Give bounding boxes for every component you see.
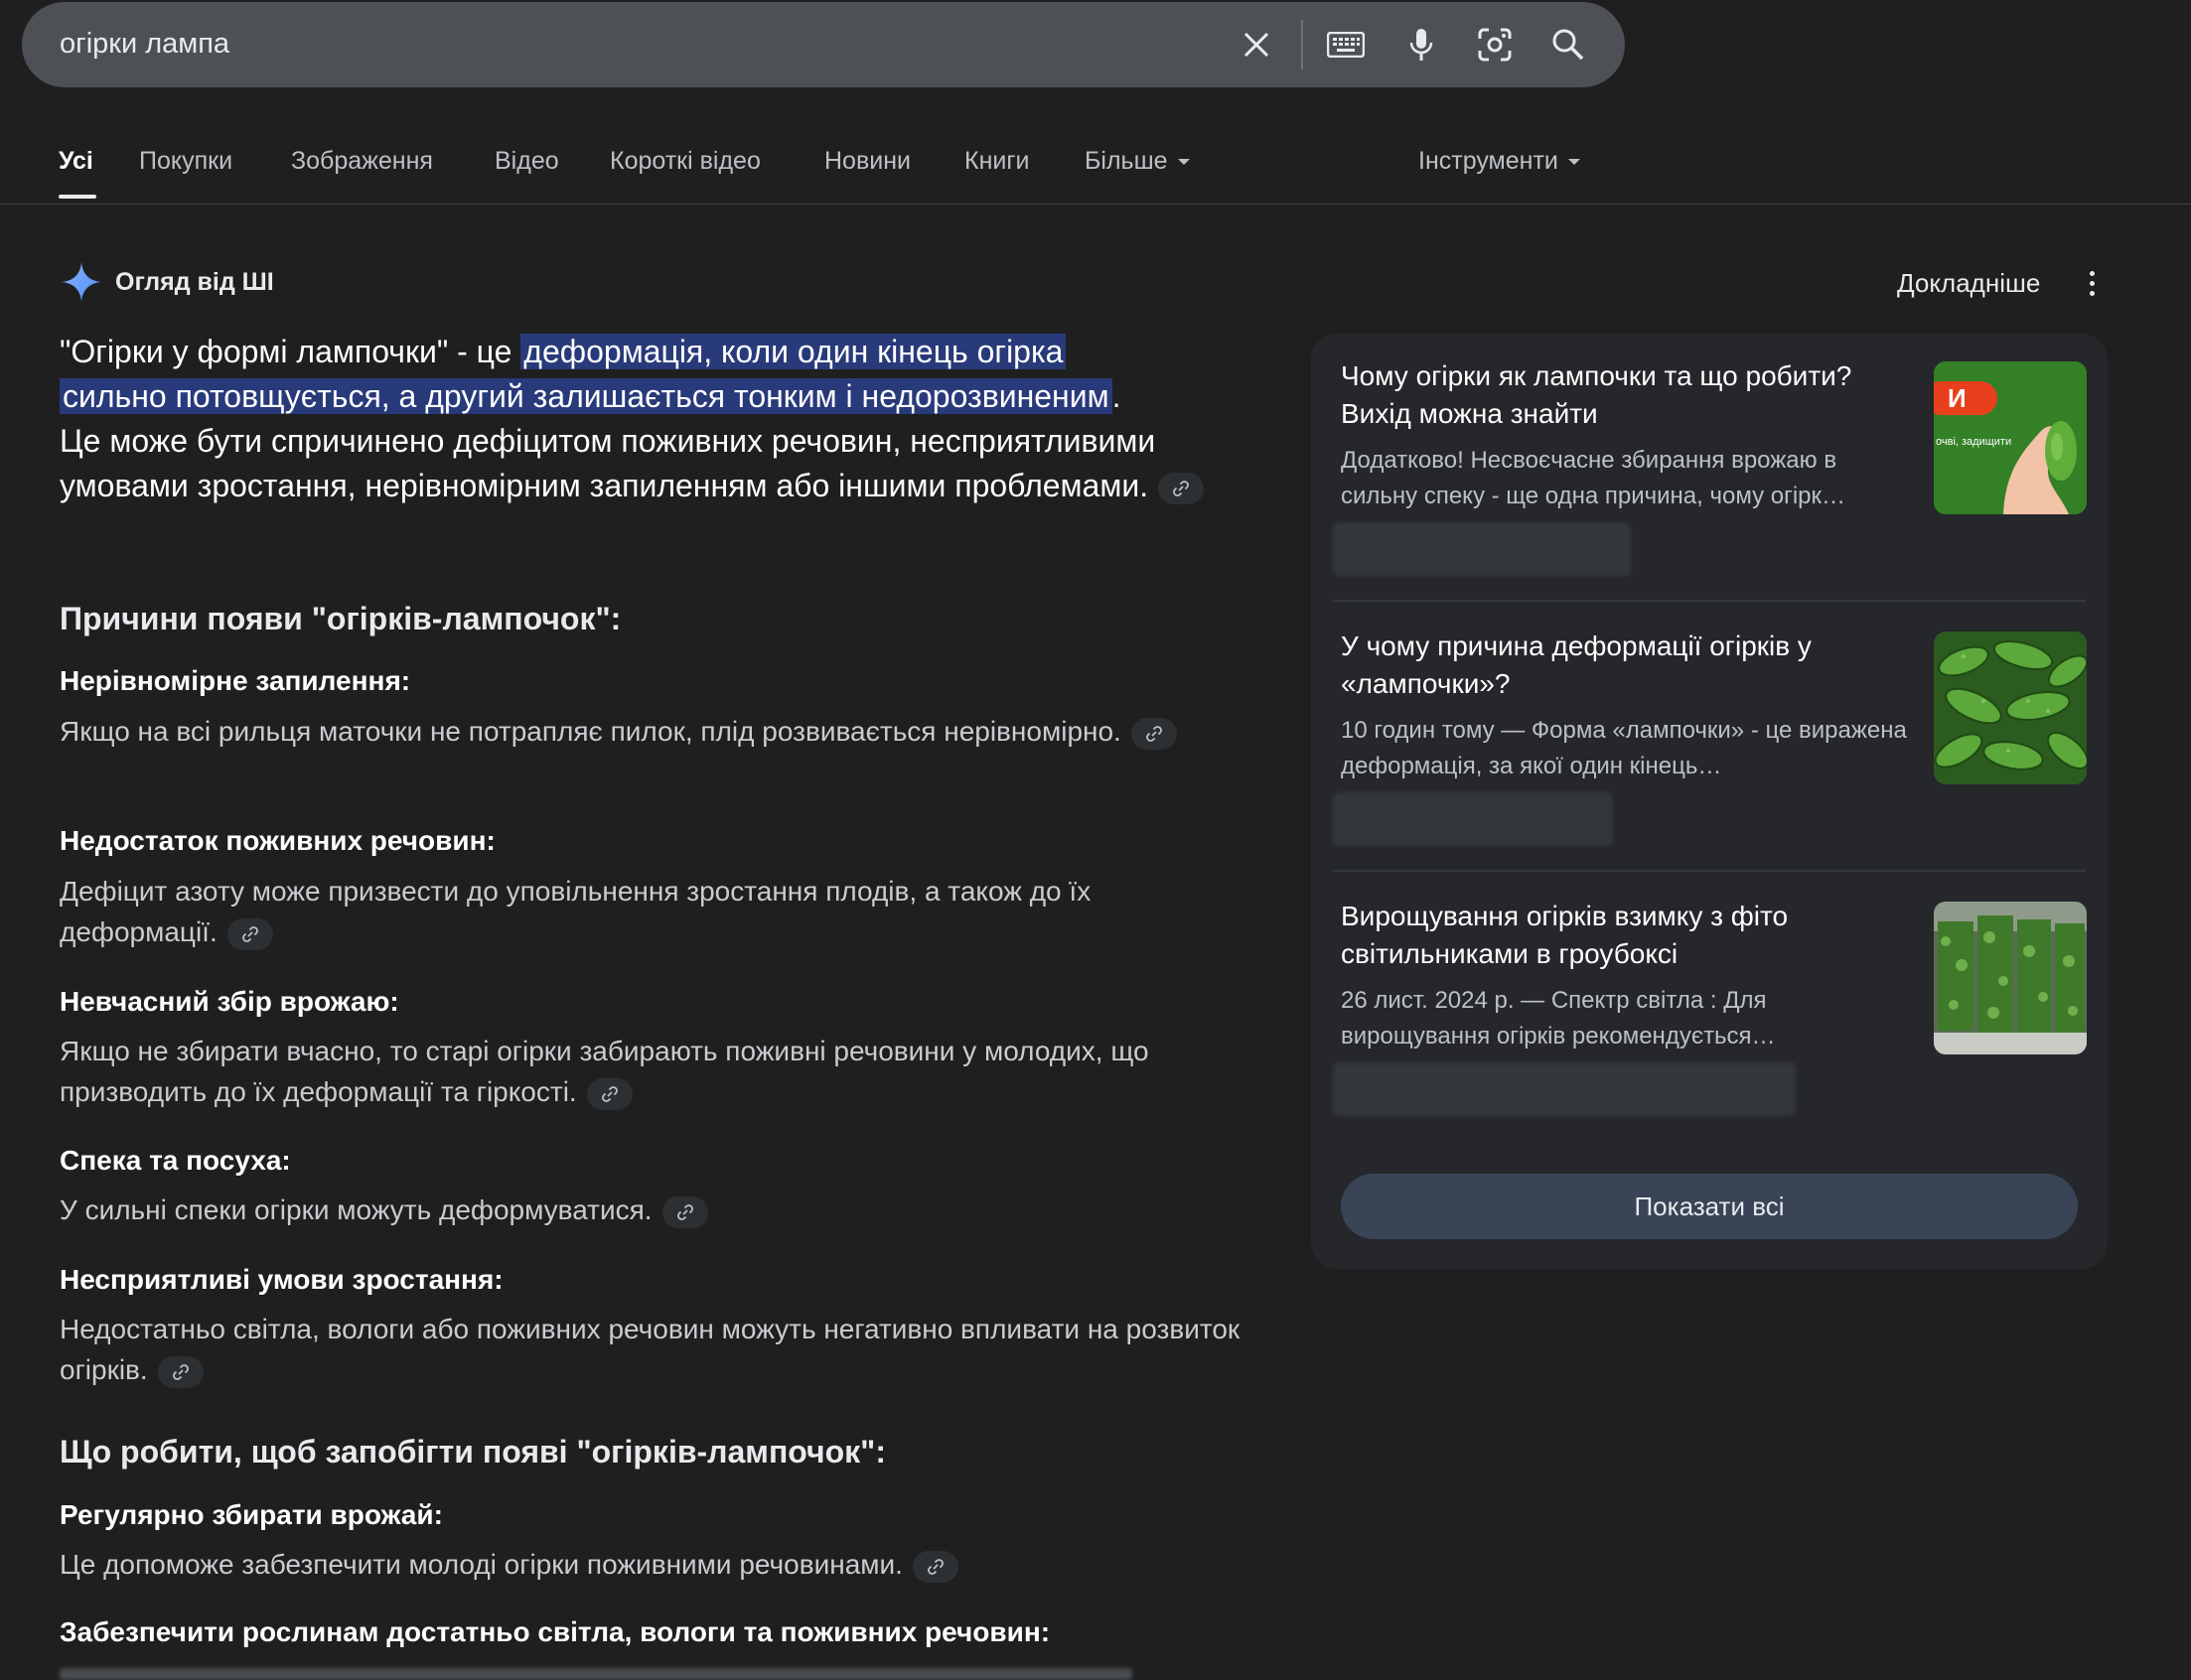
source-site-blurred [1333,522,1631,576]
prevention-text: Це допоможе забезпечити молоді огірки по… [60,1544,1242,1585]
source-title[interactable]: Чому огірки як лампочки та що робити? Ви… [1341,357,1907,433]
source-title[interactable]: У чому причина деформації огірків у «лам… [1341,628,1907,703]
source-card[interactable]: Чому огірки як лампочки та що робити? Ви… [1333,334,2087,592]
tab-shopping[interactable]: Покупки [139,147,232,176]
summary-text: Це може бути спричинено дефіцитом поживн… [60,423,1156,503]
cause-title: Невчасний збір врожаю: [60,986,399,1017]
link-icon[interactable] [157,1355,204,1388]
tab-more[interactable]: Більше [1085,147,1190,176]
source-thumbnail[interactable] [1934,902,2087,1054]
search-icon[interactable] [1545,22,1591,68]
cause-text-content: Недостатньо світла, вологи або поживних … [60,1314,1241,1385]
lens-icon[interactable] [1472,22,1518,68]
source-snippet: 26 лист. 2024 р. — Спектр світла : Для в… [1341,987,1776,1050]
ai-overview-header: Огляд від ШІ [60,260,274,304]
cause-title: Несприятливі умови зростання: [60,1264,504,1295]
search-bar[interactable]: огірки лампа [22,2,1625,87]
cause-title: Недостаток поживних речовин: [60,825,496,856]
tab-all[interactable]: Усі [59,147,93,176]
search-tabs: Усі Покупки Зображення Відео Короткі від… [0,129,2191,205]
cause-title: Спека та посуха: [60,1145,291,1176]
tab-books[interactable]: Книги [964,147,1029,176]
source-site-blurred [1333,792,1613,846]
link-icon[interactable] [912,1550,958,1583]
cause-text: У сильні спеки огірки можуть деформувати… [60,1190,1242,1230]
sparkle-icon [62,262,101,302]
cause-text: Дефіцит азоту може призвести до уповільн… [60,871,1242,952]
microphone-icon[interactable] [1398,22,1444,68]
prevention-title: Регулярно збирати врожай: [60,1499,443,1530]
cause-text: Якщо на всі рильця маточки не потрапляє … [60,711,1242,752]
source-thumbnail[interactable] [1934,631,2087,784]
tab-images[interactable]: Зображення [291,147,433,176]
link-icon[interactable] [1130,717,1177,750]
divider [1333,600,2086,602]
tab-news[interactable]: Новини [824,147,911,176]
cause-text: Недостатньо світла, вологи або поживних … [60,1309,1242,1390]
tools-button[interactable]: Інструменти [1418,147,1580,176]
chevron-down-icon [1567,159,1580,166]
source-snippet: 10 годин тому — Форма «лампочки» - це ви… [1341,717,1907,779]
prevention-title: Забезпечити рослинам достатньо світла, в… [60,1616,1051,1647]
thumbnail-label: И [1948,383,1967,413]
cause-text-content: Якщо на всі рильця маточки не потрапляє … [60,716,1121,747]
divider [1333,870,2086,872]
ai-overview-summary: "Огірки у формі лампочки" - це деформаці… [60,330,1251,508]
link-icon[interactable] [661,1195,708,1228]
source-snippet: Додатково! Несвоєчасне збирання врожаю в… [1341,447,1846,509]
cause-title: Нерівномірне запилення: [60,665,411,696]
source-site-blurred [1333,1062,1796,1116]
tab-short-videos[interactable]: Короткі відео [610,147,761,176]
summary-text: "Огірки у формі лампочки" - це [60,334,521,369]
prevention-heading: Що робити, щоб запобігти появі "огірків-… [60,1434,886,1470]
tools-label: Інструменти [1418,147,1558,175]
summary-text: . [1111,378,1121,414]
tab-videos[interactable]: Відео [495,147,559,176]
causes-heading: Причини появи "огірків-лампочок": [60,601,622,636]
source-card[interactable]: У чому причина деформації огірків у «лам… [1333,604,2087,862]
details-link[interactable]: Докладніше [1897,268,2040,299]
source-card[interactable]: Вирощування огірків взимку з фіто світил… [1333,874,2087,1132]
chevron-down-icon [1177,159,1190,166]
close-icon[interactable] [1234,22,1279,68]
link-icon[interactable] [1158,472,1205,504]
show-all-button[interactable]: Показати всі [1341,1174,2078,1239]
summary-highlight: деформація, коли один кінець огірка [520,334,1067,369]
cut-off-text [60,1668,1132,1680]
prevention-text-content: Це допоможе забезпечити молоді огірки по… [60,1549,903,1580]
cause-text-content: У сильні спеки огірки можуть деформувати… [60,1194,653,1225]
more-options-icon[interactable] [2082,266,2102,302]
thumbnail-caption: очві, задищити [1936,436,2011,448]
tab-more-label: Більше [1085,147,1168,175]
ai-overview-title: Огляд від ШІ [115,267,274,296]
cause-text: Якщо не збирати вчасно, то старі огірки … [60,1031,1242,1112]
active-tab-indicator [59,195,96,199]
search-input[interactable]: огірки лампа [60,28,229,61]
source-title[interactable]: Вирощування огірків взимку з фіто світил… [1341,898,1907,973]
link-icon[interactable] [586,1077,633,1110]
link-icon[interactable] [226,917,273,950]
summary-highlight: сильно потовщується, а другий залишаєтьс… [60,378,1112,414]
keyboard-icon[interactable] [1323,22,1369,68]
search-divider [1301,20,1303,70]
sources-panel: Чому огірки як лампочки та що робити? Ви… [1311,334,2108,1269]
cause-text-content: Дефіцит азоту може призвести до уповільн… [60,876,1092,947]
source-thumbnail[interactable]: И очві, задищити [1934,361,2087,514]
